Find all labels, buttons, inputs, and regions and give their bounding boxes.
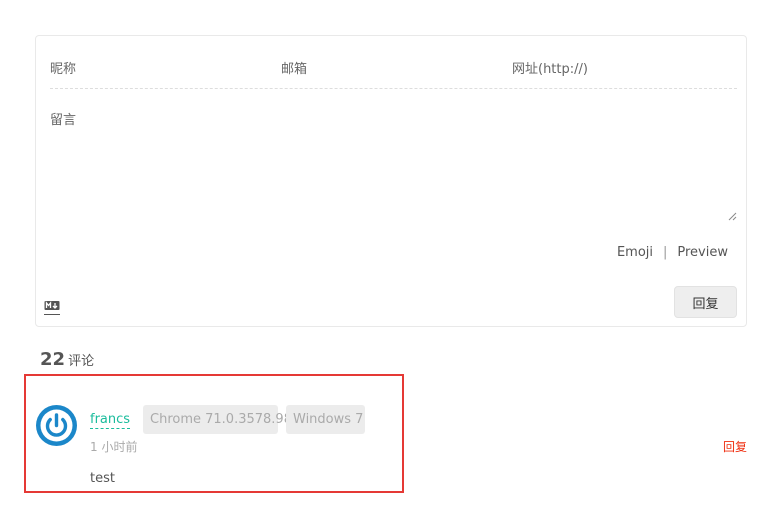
emoji-button[interactable]: Emoji (617, 245, 653, 260)
comment-count-label: 评论 (68, 354, 95, 369)
comment-form: 昵称 邮箱 网址(http://) 留言 Emoji | Preview 回复 (35, 35, 747, 327)
comment-time: 1 小时前 (90, 440, 138, 454)
comment-textarea[interactable]: 留言 (50, 109, 740, 221)
nickname-input[interactable]: 昵称 (50, 58, 76, 77)
preview-button[interactable]: Preview (677, 245, 728, 260)
comment-reply-link[interactable]: 回复 (723, 438, 747, 455)
resize-grip-icon[interactable] (728, 212, 737, 221)
form-tools: Emoji | Preview (617, 245, 728, 260)
comment-text: test (90, 471, 115, 486)
email-input[interactable]: 邮箱 (281, 58, 307, 77)
tools-separator: | (663, 245, 668, 260)
os-badge: Windows 7 (286, 405, 365, 434)
markdown-icon[interactable] (44, 298, 60, 315)
submit-reply-button[interactable]: 回复 (674, 286, 737, 318)
comment-author-link[interactable]: francs (90, 412, 131, 429)
comment-count: 22 评论 (40, 349, 94, 370)
form-header-row: 昵称 邮箱 网址(http://) (50, 48, 737, 89)
power-avatar-icon (36, 405, 77, 446)
comment-count-number: 22 (40, 349, 66, 370)
browser-badge: Chrome 71.0.3578.98 (143, 405, 292, 434)
website-input[interactable]: 网址(http://) (512, 58, 588, 77)
